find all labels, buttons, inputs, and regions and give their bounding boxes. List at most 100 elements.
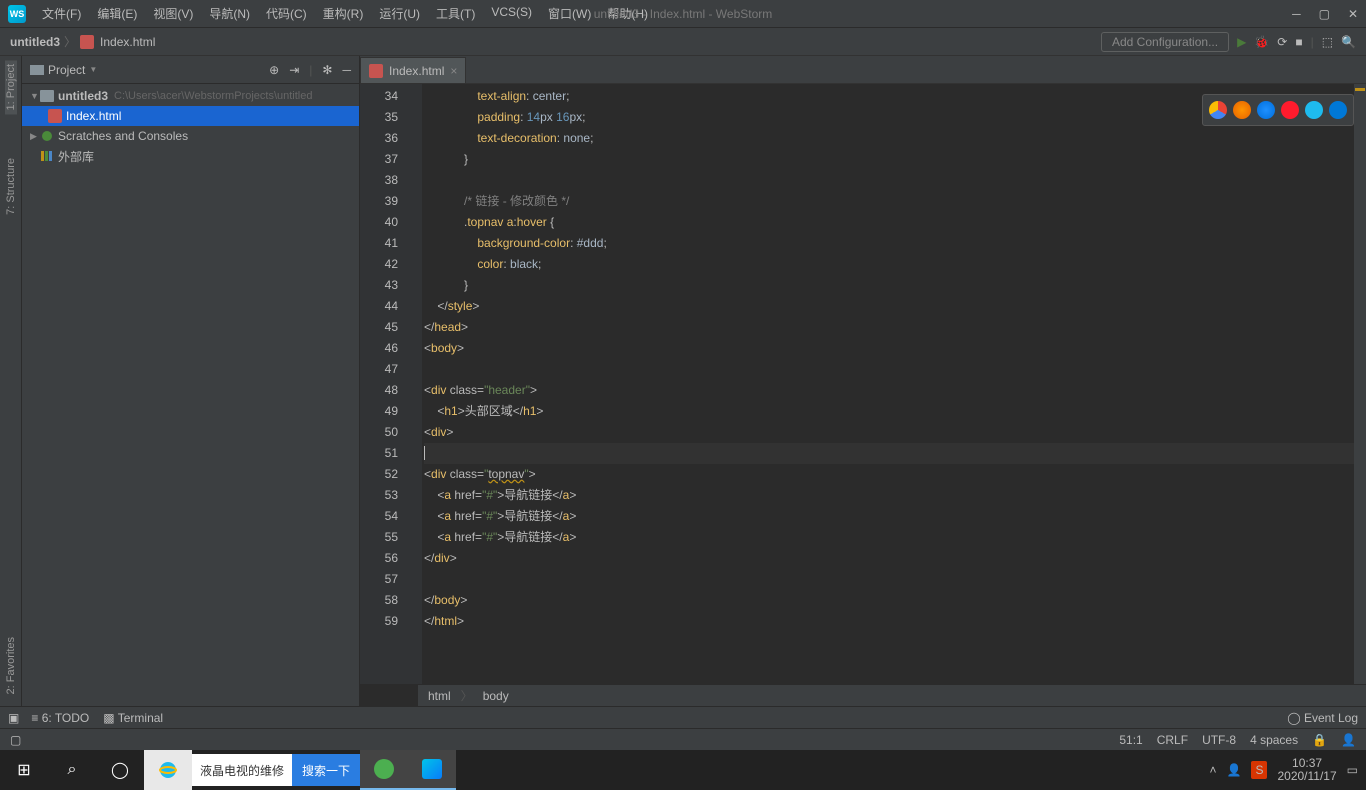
line-gutter: 3435363738394041424344454647484950515253…: [360, 84, 406, 684]
menu-item[interactable]: 工具(T): [430, 3, 481, 24]
tray-people-icon[interactable]: 👤: [1227, 763, 1242, 777]
status-icon[interactable]: ▢: [10, 733, 21, 747]
menu-item[interactable]: 代码(C): [260, 3, 313, 24]
minimize-icon[interactable]: ─: [1292, 7, 1301, 21]
sidebar-title[interactable]: Project: [48, 63, 85, 77]
close-icon[interactable]: ✕: [1348, 7, 1358, 21]
debug-icon[interactable]: 🐞: [1254, 35, 1269, 49]
git-icon[interactable]: ⬚: [1322, 35, 1333, 49]
encoding[interactable]: UTF-8: [1202, 733, 1236, 747]
menu-item[interactable]: VCS(S): [485, 3, 538, 24]
nav-bar: untitled3 〉 Index.html Add Configuration…: [0, 28, 1366, 56]
crumb-html[interactable]: html: [428, 689, 451, 703]
menu-item[interactable]: 重构(R): [317, 3, 370, 24]
search-icon[interactable]: 🔍: [1341, 35, 1356, 49]
libs-label: 外部库: [58, 148, 94, 165]
dropdown-icon[interactable]: ▼: [89, 65, 97, 74]
project-tool-button[interactable]: 1: Project: [5, 60, 17, 114]
taskbar-webstorm[interactable]: [408, 750, 456, 790]
tree-scratches[interactable]: ▶ Scratches and Consoles: [22, 126, 359, 146]
menu-item[interactable]: 运行(U): [373, 3, 426, 24]
chrome-icon[interactable]: [1209, 101, 1227, 119]
search-button[interactable]: ⌕: [48, 750, 96, 790]
project-sidebar: Project ▼ ⊕ ⇥ | ✻ ─ ▼ untitled3 C:\Users…: [22, 56, 360, 706]
menu-item[interactable]: 窗口(W): [542, 3, 597, 24]
html-file-icon: [369, 64, 383, 78]
locate-icon[interactable]: ⊕: [269, 63, 279, 77]
clock-date: 2020/11/17: [1277, 770, 1336, 783]
collapse-icon[interactable]: ⇥: [289, 63, 299, 77]
root-name: untitled3: [58, 89, 108, 103]
edge-icon[interactable]: [1329, 101, 1347, 119]
lock-icon[interactable]: 🔒: [1312, 733, 1327, 747]
taskbar-app1[interactable]: [360, 750, 408, 790]
sidebar-header: Project ▼ ⊕ ⇥ | ✻ ─: [22, 56, 359, 84]
close-tab-icon[interactable]: ×: [450, 64, 457, 78]
run-config-selector[interactable]: Add Configuration...: [1101, 32, 1229, 52]
scratches-icon: [40, 129, 54, 143]
code-content[interactable]: text-align: center; padding: 14px 16px; …: [422, 84, 1354, 684]
editor: Index.html × 343536373839404142434445464…: [360, 56, 1366, 706]
coverage-icon[interactable]: ⟳: [1277, 35, 1287, 49]
root-path: C:\Users\acer\WebstormProjects\untitled: [114, 90, 312, 102]
inspector-icon[interactable]: 👤: [1341, 733, 1356, 747]
libs-icon: [40, 149, 54, 163]
editor-tabs: Index.html ×: [360, 56, 1366, 84]
error-strip[interactable]: [1354, 84, 1366, 684]
tree-external-libs[interactable]: 外部库: [22, 146, 359, 166]
menu-item[interactable]: 视图(V): [147, 3, 199, 24]
main-menu: 文件(F)编辑(E)视图(V)导航(N)代码(C)重构(R)运行(U)工具(T)…: [36, 3, 654, 24]
bottom-tool-bar: ▣ ≡ 6: TODO ▩ Terminal ◯ Event Log: [0, 706, 1366, 728]
clock-time: 10:37: [1277, 757, 1336, 770]
tray-notification-icon[interactable]: ▭: [1347, 763, 1358, 777]
line-separator[interactable]: CRLF: [1157, 733, 1188, 747]
breadcrumb-file[interactable]: Index.html: [100, 35, 155, 49]
ie-search-text: 液晶电视的维修: [192, 762, 292, 779]
tree-file-index[interactable]: Index.html: [22, 106, 359, 126]
event-log-button[interactable]: ◯ Event Log: [1287, 711, 1358, 725]
tray-input-icon[interactable]: S: [1251, 761, 1267, 779]
tray-chevron-icon[interactable]: ˄: [1210, 763, 1217, 777]
cortana-icon[interactable]: ◯: [96, 750, 144, 790]
stop-icon[interactable]: ■: [1295, 35, 1302, 49]
tray-clock[interactable]: 10:37 2020/11/17: [1277, 757, 1336, 783]
start-button[interactable]: ⊞: [0, 750, 48, 790]
warning-marker[interactable]: [1355, 88, 1365, 91]
run-icon[interactable]: ▶: [1237, 35, 1246, 49]
file-label: Index.html: [66, 109, 121, 123]
menu-item[interactable]: 文件(F): [36, 3, 87, 24]
title-bar: WS 文件(F)编辑(E)视图(V)导航(N)代码(C)重构(R)运行(U)工具…: [0, 0, 1366, 28]
opera-icon[interactable]: [1281, 101, 1299, 119]
terminal-button[interactable]: ▩ Terminal: [103, 711, 163, 725]
todo-button[interactable]: ≡ 6: TODO: [31, 711, 89, 725]
project-tree: ▼ untitled3 C:\Users\acer\WebstormProjec…: [22, 84, 359, 168]
html-file-icon: [80, 35, 94, 49]
left-tool-strip: 1: Project 7: Structure 2: Favorites: [0, 56, 22, 706]
favorites-tool-button[interactable]: 2: Favorites: [5, 633, 17, 698]
structure-tool-button[interactable]: 7: Structure: [5, 154, 17, 219]
ie-search-button[interactable]: 搜索一下: [292, 754, 360, 786]
code-area[interactable]: 3435363738394041424344454647484950515253…: [360, 84, 1366, 684]
taskbar-ie[interactable]: [144, 750, 192, 790]
safari-icon[interactable]: [1257, 101, 1275, 119]
taskbar-ie-search[interactable]: 液晶电视的维修 搜索一下: [192, 754, 360, 786]
tab-index-html[interactable]: Index.html ×: [360, 57, 466, 83]
menu-item[interactable]: 导航(N): [203, 3, 256, 24]
project-icon: [30, 63, 44, 77]
firefox-icon[interactable]: [1233, 101, 1251, 119]
tree-root[interactable]: ▼ untitled3 C:\Users\acer\WebstormProjec…: [22, 86, 359, 106]
indent[interactable]: 4 spaces: [1250, 733, 1298, 747]
ie-icon[interactable]: [1305, 101, 1323, 119]
tool-window-icon[interactable]: ▣: [8, 711, 19, 725]
maximize-icon[interactable]: ▢: [1319, 7, 1330, 21]
breadcrumb-project[interactable]: untitled3: [10, 35, 60, 49]
status-bar: ▢ 51:1 CRLF UTF-8 4 spaces 🔒 👤: [0, 728, 1366, 750]
breadcrumb: untitled3 〉 Index.html: [10, 33, 155, 50]
menu-item[interactable]: 编辑(E): [91, 3, 143, 24]
gear-icon[interactable]: ✻: [322, 63, 332, 77]
cursor-position[interactable]: 51:1: [1119, 733, 1142, 747]
hide-icon[interactable]: ─: [342, 63, 351, 77]
crumb-body[interactable]: body: [483, 689, 509, 703]
window-title: untitled3 - Index.html - WebStorm: [594, 7, 773, 21]
tab-label: Index.html: [389, 64, 444, 78]
